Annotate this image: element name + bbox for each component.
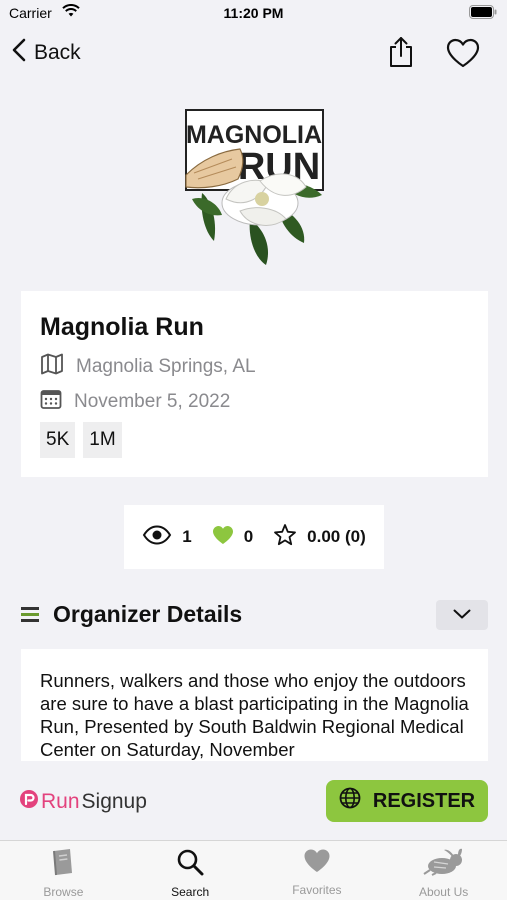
event-logo: MAGNOLIA RUN <box>182 107 328 267</box>
distance-tag-5k: 5K <box>40 422 76 458</box>
likes-count: 0 <box>243 527 254 546</box>
register-button[interactable]: REGISTER <box>326 780 488 822</box>
runsignup-logo: Run Signup <box>19 789 147 815</box>
event-date: November 5, 2022 <box>74 391 231 412</box>
event-date-row: November 5, 2022 <box>40 388 230 416</box>
rabbit-icon <box>422 848 466 881</box>
event-title: Magnolia Run <box>40 313 204 341</box>
battery-icon <box>469 5 497 22</box>
globe-icon <box>339 787 361 815</box>
chevron-left-icon <box>12 38 26 68</box>
register-label: REGISTER <box>372 789 476 812</box>
nav-bar: Back <box>0 30 507 76</box>
tab-browse-label: Browse <box>43 885 84 899</box>
share-button[interactable] <box>386 36 416 73</box>
share-icon <box>386 37 416 72</box>
distance-tags: 5K 1M <box>40 422 122 458</box>
brand-signup-text: Signup <box>81 790 147 813</box>
runsignup-mark-icon <box>19 789 39 815</box>
event-location-row: Magnolia Springs, AL <box>40 353 256 381</box>
event-info-card: Magnolia Run Magnolia Springs, AL Novemb… <box>21 291 488 477</box>
favorite-button[interactable] <box>446 38 480 73</box>
tab-bar: Browse Search Favorites About Us <box>0 840 507 900</box>
heart-filled-icon <box>212 525 234 550</box>
organizer-section-title: Organizer Details <box>53 601 243 627</box>
heart-icon <box>303 848 331 879</box>
tab-search[interactable]: Search <box>127 841 254 900</box>
organizer-section-header: Organizer Details <box>21 598 488 632</box>
tab-favorites[interactable]: Favorites <box>254 841 381 900</box>
stats-box: 1 0 0.00 (0) <box>124 505 384 569</box>
heart-outline-icon <box>446 38 480 72</box>
rating-value: 0.00 (0) <box>307 527 366 546</box>
eye-icon <box>142 524 172 550</box>
status-bar: Carrier 11:20 PM <box>0 0 507 28</box>
chevron-down-icon <box>453 606 471 624</box>
footer-bar: Run Signup REGISTER <box>0 762 507 840</box>
star-icon <box>273 523 297 552</box>
organizer-description: Runners, walkers and those who enjoy the… <box>40 670 469 760</box>
expand-collapse-button[interactable] <box>436 600 488 630</box>
organizer-description-card: Runners, walkers and those who enjoy the… <box>21 649 488 761</box>
back-button[interactable]: Back <box>12 38 81 68</box>
status-time: 11:20 PM <box>223 5 284 21</box>
tab-browse[interactable]: Browse <box>0 841 127 900</box>
back-label: Back <box>34 41 81 64</box>
tab-about-us[interactable]: About Us <box>380 841 507 900</box>
event-location: Magnolia Springs, AL <box>76 356 256 377</box>
brand-run-text: Run <box>41 790 80 813</box>
views-count: 1 <box>182 527 192 546</box>
map-icon <box>40 353 64 381</box>
tab-about-us-label: About Us <box>418 885 469 899</box>
logo-text-magnolia: MAGNOLIA <box>186 121 322 149</box>
tab-favorites-label: Favorites <box>292 883 342 897</box>
book-icon <box>50 848 76 881</box>
search-icon <box>176 848 204 881</box>
list-bars-icon <box>21 607 39 628</box>
tab-search-label: Search <box>171 885 210 899</box>
distance-tag-1m: 1M <box>83 422 122 458</box>
calendar-icon <box>40 388 62 416</box>
